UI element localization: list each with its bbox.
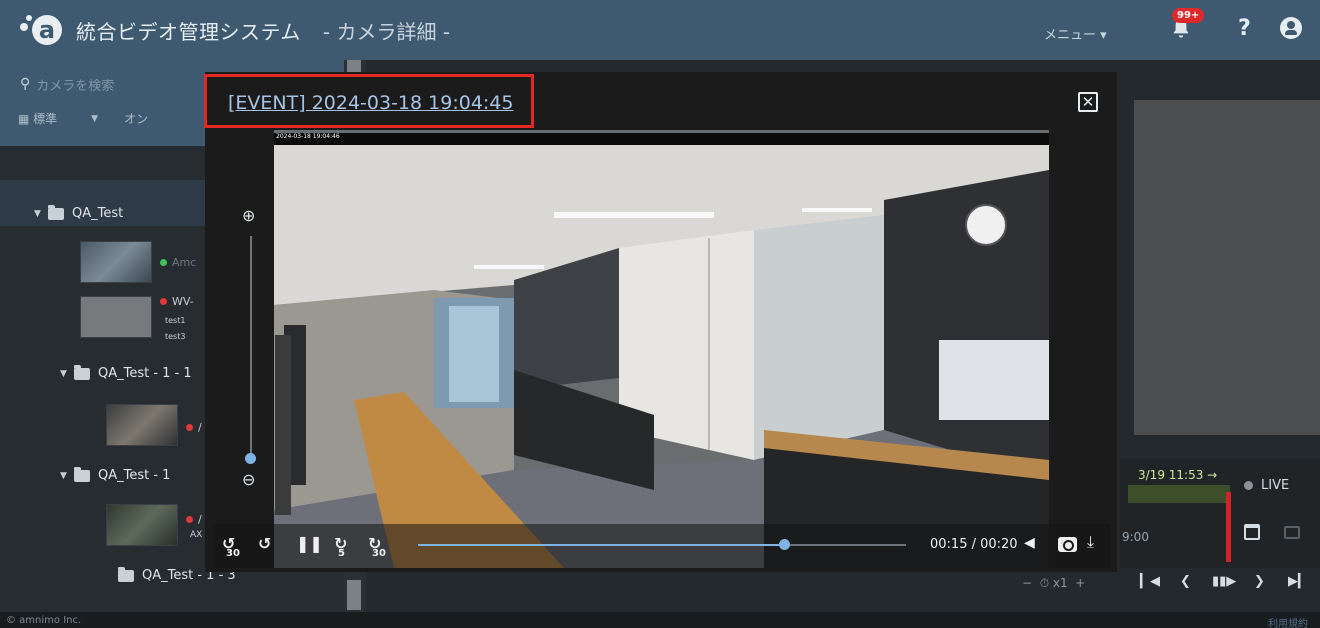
tree-folder-qa-test-1-1[interactable]: ▼ QA_Test - 1 - 1 [60, 364, 192, 381]
page-subtitle: - カメラ詳細 - [322, 19, 451, 44]
rewind-5-icon[interactable]: ↺ [258, 534, 271, 553]
video-timestamp-overlay: 2024-03-18 19:04:46 [274, 133, 1049, 145]
plus-icon[interactable]: + [1075, 576, 1085, 590]
offline-status-dot [186, 424, 193, 431]
zoom-in-icon[interactable]: ⊕ [242, 206, 255, 225]
timeline-recording-bar[interactable] [1128, 485, 1230, 503]
online-filter[interactable]: オン [124, 110, 148, 127]
playback-time: 00:15 / 00:20 [930, 537, 1018, 552]
folder-icon [48, 204, 64, 220]
timeline-date: 3/19 11:53 → [1138, 468, 1218, 482]
view-selector[interactable]: ▦ 標準 ▼ オン [18, 110, 148, 127]
speed-value: x1 [1052, 576, 1068, 590]
download-icon[interactable]: ⤓ [1087, 532, 1094, 552]
online-status-dot [160, 259, 167, 266]
volume-icon[interactable]: ◀ [1024, 535, 1035, 551]
folder-label: QA_Test [72, 206, 124, 221]
close-icon[interactable]: ✕ [1078, 92, 1098, 112]
camera-thumbnail[interactable] [80, 296, 152, 338]
folder-icon [74, 364, 90, 380]
camera-tag: AX [190, 530, 203, 540]
layout-icon: ▦ [18, 111, 34, 126]
tree-folder-qa-test[interactable]: ▼ QA_Test [34, 204, 124, 221]
copyright-text: © amnimo Inc. [6, 615, 82, 626]
folder-label: QA_Test - 1 [98, 468, 171, 483]
playback-speed-control[interactable]: − ⏱ x1 + [1022, 576, 1085, 591]
folder-icon [74, 466, 90, 482]
app-title: 統合ビデオ管理システム [76, 19, 301, 44]
live-video-view [1134, 100, 1320, 435]
live-button[interactable]: LIVE [1244, 478, 1289, 493]
folder-label: QA_Test - 1 - 1 [98, 366, 192, 381]
help-icon[interactable]: ? [1238, 16, 1251, 41]
step-back-icon[interactable]: ❮ [1180, 574, 1191, 589]
skip-end-icon[interactable]: ▶▎ [1288, 574, 1308, 589]
user-account-icon[interactable] [1280, 17, 1302, 39]
event-video-frame[interactable] [274, 130, 1049, 568]
camera-search-input[interactable]: ⚲ カメラを検索 [20, 70, 200, 98]
snapshot-camera-icon[interactable] [1058, 537, 1077, 552]
playback-progress-bar[interactable] [418, 544, 906, 546]
top-header: a 統合ビデオ管理システム - カメラ詳細 - [0, 0, 1320, 60]
zoom-out-icon[interactable]: ⊖ [242, 470, 255, 489]
offline-status-dot [160, 298, 167, 305]
camera-name: / [198, 513, 202, 526]
calendar-icon[interactable] [1244, 524, 1260, 540]
search-placeholder: カメラを検索 [36, 78, 115, 94]
timeline-time: 9:00 [1122, 530, 1149, 544]
forward-30-icon[interactable]: ↻ 30 [368, 534, 386, 559]
expand-arrow-icon[interactable]: ▼ [60, 369, 74, 379]
search-icon: ⚲ [20, 76, 31, 92]
scrollbar-down-arrow[interactable] [347, 580, 361, 610]
live-status-dot [1244, 481, 1253, 490]
minus-icon[interactable]: − [1022, 576, 1032, 590]
folder-icon [118, 566, 134, 582]
step-forward-icon[interactable]: ❯ [1254, 574, 1265, 589]
camera-name: / [198, 421, 202, 434]
notification-count-badge: 99+ [1172, 8, 1205, 23]
menu-dropdown-button[interactable]: メニュー ▾ [1044, 24, 1107, 43]
progress-handle[interactable] [779, 539, 790, 550]
offline-status-dot [186, 516, 193, 523]
terms-link[interactable]: 利用規約 [1268, 615, 1308, 628]
timeline-current-marker [1226, 492, 1231, 562]
expand-arrow-icon[interactable]: ▼ [60, 471, 74, 481]
camera-name: WV- [172, 295, 194, 308]
tree-folder-qa-test-1[interactable]: ▼ QA_Test - 1 [60, 466, 171, 483]
amnimo-logo-icon[interactable]: a [20, 13, 62, 47]
footer-bar [0, 612, 1320, 628]
chevron-down-icon: ▼ [91, 113, 99, 124]
event-title-highlight-box [204, 74, 534, 128]
progress-fill [418, 544, 784, 546]
app-root: a 統合ビデオ管理システム - カメラ詳細 - メニュー ▾ 99+ ? ⚲ カ… [0, 0, 1320, 628]
speed-icon: ⏱ [1039, 576, 1050, 590]
skip-start-icon[interactable]: ▎◀ [1140, 574, 1160, 589]
play-slow-icon[interactable]: ▮▮▶ [1212, 574, 1236, 589]
camera-name: Amc [172, 256, 197, 269]
camera-thumbnail[interactable] [80, 241, 152, 283]
rewind-30-icon[interactable]: ↺ 30 [222, 534, 240, 559]
zoom-slider-track[interactable] [250, 236, 252, 460]
camera-tag: test3 [165, 332, 186, 341]
view-select-value: 標準 [33, 112, 58, 126]
camera-snapshot-icon[interactable] [1284, 526, 1300, 539]
zoom-slider-handle[interactable] [245, 453, 256, 464]
pause-icon[interactable]: ❚❚ [296, 534, 323, 553]
live-label: LIVE [1261, 478, 1290, 493]
forward-5-icon[interactable]: ↻ 5 [334, 534, 347, 559]
camera-tag: test1 [165, 316, 186, 325]
camera-thumbnail[interactable] [106, 504, 178, 546]
expand-arrow-icon[interactable]: ▼ [34, 209, 48, 219]
camera-thumbnail[interactable] [106, 404, 178, 446]
